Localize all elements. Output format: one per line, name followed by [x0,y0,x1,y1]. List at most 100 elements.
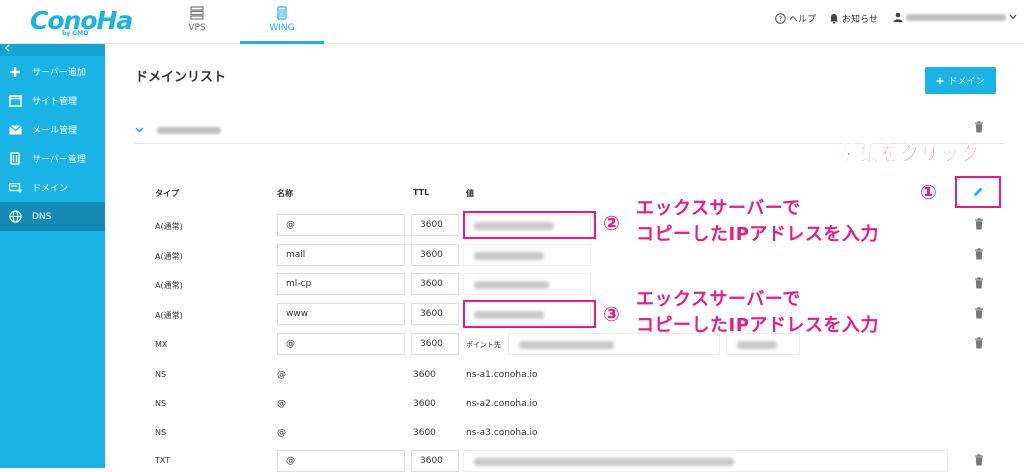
logo-sub: by GMO [62,30,89,37]
column-header-value: 値 [466,189,474,198]
record-value-input-redacted[interactable] [463,244,591,266]
record-name-input[interactable]: www [277,303,405,325]
tab-vps-label: VPS [188,23,206,33]
record-name-input[interactable]: @ [277,333,405,355]
domain-name-redacted [157,127,221,134]
record-value: ns-a2.conoha.io [466,399,538,409]
notice-label: お知らせ [842,15,878,25]
annotation-number-1: ① [920,180,937,204]
sidebar-item-server[interactable]: サーバー管理 [0,144,105,173]
sidebar-item-dns[interactable]: DNS [0,202,105,231]
sidebar-item-label: ドメイン [32,184,69,194]
highlight-box-2 [463,211,596,239]
trash-icon[interactable] [974,277,984,289]
column-header-type: タイプ [155,189,179,198]
record-type: NS [155,399,167,408]
record-name: @ [277,428,286,438]
window-icon [8,94,22,108]
trash-icon[interactable] [974,454,984,466]
record-ttl: 3600 [413,370,436,380]
user-icon [893,12,903,22]
tab-vps[interactable]: VPS [155,0,239,44]
domain-icon [8,181,22,195]
record-type: MX [155,340,168,349]
chevron-down-icon [1009,14,1017,20]
wing-icon [277,6,287,20]
record-type: A(通常) [155,281,183,290]
record-type: A(通常) [155,222,183,231]
annotation-line1: エックスサーバーで [636,198,801,219]
sidebar-collapse-button[interactable] [0,44,105,56]
record-name-input[interactable]: @ [277,450,405,472]
plus-icon [936,77,944,84]
sidebar-item-domain[interactable]: ドメイン [0,173,105,202]
sidebar-item-site[interactable]: サイト管理 [0,86,105,115]
record-ttl: 3600 [413,399,436,409]
page-title: ドメインリスト [135,70,227,85]
annotation-line2: コピーしたIPアドレスを入力 [636,315,879,336]
record-ttl-input[interactable]: 3600 [411,333,459,355]
chevron-left-icon [5,44,10,52]
server-stack-icon [190,6,204,20]
record-ttl-input[interactable]: 3600 [411,273,459,295]
trash-icon[interactable] [974,218,984,230]
plus-icon [8,65,22,79]
mail-icon [8,123,22,137]
record-ttl-input[interactable]: 3600 [411,244,459,266]
annotation-line2: コピーしたIPアドレスを入力 [636,224,879,245]
highlight-box-3 [463,300,596,328]
bell-icon [830,14,838,24]
annotation-edit-click: 編集をクリック [840,143,981,166]
sidebar-item-add-server[interactable]: サーバー追加 [0,57,105,86]
sidebar: サーバー追加 サイト管理 メール管理 サーバー管理 ドメイン DNS [0,44,105,468]
annotation-line1: エックスサーバーで [636,289,801,310]
txt-value-input-redacted[interactable] [463,450,948,472]
mx-pointer-label: ポイント先 [466,341,501,349]
record-value-input-redacted[interactable] [463,273,591,295]
globe-icon [8,210,22,224]
trash-icon[interactable] [974,121,984,133]
trash-icon[interactable] [974,337,984,349]
record-type: TXT [155,456,171,465]
help-label: ヘルプ [789,15,817,25]
notice-link[interactable]: お知らせ [829,12,878,25]
column-header-name: 名称 [277,189,293,198]
record-ttl-input[interactable]: 3600 [411,303,459,325]
sidebar-item-label: サーバー管理 [32,155,86,165]
user-menu[interactable] [893,12,1017,22]
sidebar-item-label: メール管理 [32,126,78,136]
trash-icon[interactable] [974,248,984,260]
chevron-down-icon[interactable] [135,127,144,133]
sidebar-item-label: サーバー追加 [32,68,86,78]
record-ttl-input[interactable]: 3600 [411,214,459,236]
record-name: @ [277,370,286,380]
record-type: A(通常) [155,252,183,261]
pencil-icon [974,187,983,196]
edit-button[interactable] [955,176,1001,208]
record-type: A(通常) [155,311,183,320]
sidebar-item-label: DNS [32,211,52,222]
help-icon: ? [775,13,786,24]
annotation-number-3: ③ [603,302,620,326]
record-name-input[interactable]: ml-cp [277,273,405,295]
record-value: ns-a3.conoha.io [466,428,538,438]
add-domain-label: ドメイン [948,77,985,87]
trash-icon[interactable] [974,307,984,319]
svg-text:?: ? [779,15,783,23]
record-value: ns-a1.conoha.io [466,370,538,380]
record-name: @ [277,399,286,409]
record-name-input[interactable]: @ [277,214,405,236]
annotation-number-2: ② [603,211,620,235]
record-name-input[interactable]: mail [277,244,405,266]
column-header-ttl: TTL [413,188,430,197]
help-link[interactable]: ? ヘルプ [775,12,816,25]
record-type: NS [155,370,167,379]
tab-wing[interactable]: WING [240,0,324,44]
add-domain-button[interactable]: ドメイン [925,67,996,94]
sidebar-item-mail[interactable]: メール管理 [0,115,105,144]
record-ttl-input[interactable]: 3600 [411,450,459,472]
record-ttl: 3600 [413,428,436,438]
user-email-redacted [906,13,1006,21]
top-header: ConoHa by GMO VPS WING ? ヘルプ お知らせ [0,0,1024,44]
tab-wing-label: WING [269,23,295,33]
